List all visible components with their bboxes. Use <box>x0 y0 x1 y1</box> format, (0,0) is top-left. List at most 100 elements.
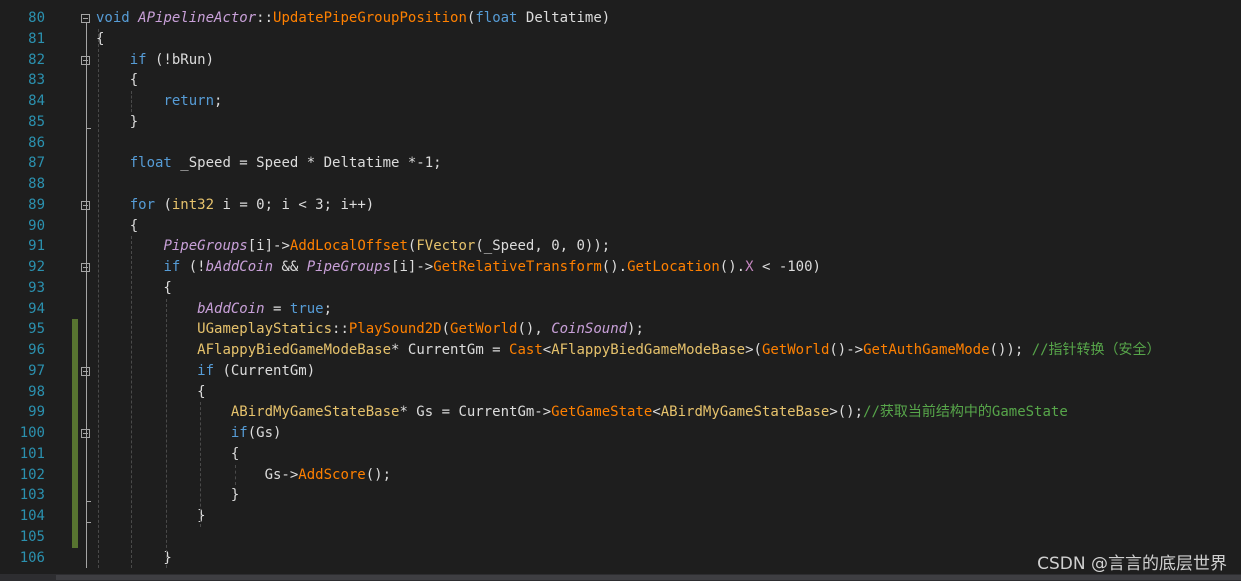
code-line[interactable]: 101 { <box>0 444 1241 465</box>
line-number: 82 <box>28 51 45 68</box>
code-token: void <box>96 10 139 26</box>
code-line[interactable]: 96 AFlappyBiedGameModeBase* CurrentGm = … <box>0 340 1241 361</box>
code-line[interactable]: 80 void APipelineActor::UpdatePipeGroupPo… <box>0 8 1241 29</box>
line-number: 101 <box>19 445 45 462</box>
code-text[interactable]: { <box>96 382 205 403</box>
code-text[interactable]: Gs->AddScore(); <box>96 465 391 486</box>
code-token: (), <box>517 321 552 338</box>
code-line[interactable]: 97 if (CurrentGm) <box>0 361 1241 382</box>
code-token: ); <box>627 321 644 338</box>
line-number: 83 <box>28 72 45 89</box>
code-text[interactable]: if (!bAddCoin && PipeGroups[i]->GetRelat… <box>96 257 821 278</box>
code-text[interactable]: } <box>96 112 138 133</box>
code-line[interactable]: 89 for (int32 i = 0; i < 3; i++) <box>0 195 1241 216</box>
code-token: //指针转换（安全） <box>1031 342 1161 358</box>
code-text[interactable]: } <box>96 548 171 569</box>
code-token: (). <box>719 259 746 275</box>
code-token: GetLocation <box>627 259 720 275</box>
code-text[interactable]: PipeGroups[i]->AddLocalOffset(FVector(_S… <box>96 236 610 257</box>
code-text[interactable]: AFlappyBiedGameModeBase* CurrentGm = Cas… <box>96 340 1161 361</box>
code-text[interactable]: { <box>96 70 138 91</box>
code-token: UpdatePipeGroupPosition <box>273 10 467 26</box>
code-token: < -100) <box>753 259 821 275</box>
code-text[interactable]: { <box>96 278 171 299</box>
code-line[interactable]: 87 float _Speed = Speed * Deltatime *-1; <box>0 153 1241 174</box>
code-line[interactable]: 105 <box>0 527 1241 548</box>
line-number: 97 <box>28 362 45 379</box>
code-token: if <box>129 51 147 68</box>
code-line[interactable]: 88 <box>0 174 1241 195</box>
line-number: 81 <box>28 30 45 47</box>
code-token: int32 <box>171 196 215 213</box>
code-line[interactable]: 83 { <box>0 70 1241 91</box>
code-line[interactable]: 81{ <box>0 29 1241 50</box>
line-number: 98 <box>28 383 45 400</box>
code-text[interactable]: if(Gs) <box>96 423 282 444</box>
code-line[interactable]: 102 Gs->AddScore(); <box>0 465 1241 486</box>
scrollbar-thumb[interactable] <box>56 575 1241 580</box>
code-line[interactable]: 104 } <box>0 506 1241 527</box>
code-text[interactable]: } <box>96 506 206 527</box>
code-token: } <box>96 508 206 524</box>
fold-end-tick <box>86 522 91 523</box>
code-token: >( <box>745 342 762 358</box>
code-token: ()-> <box>829 342 864 358</box>
code-token: AFlappyBiedGameModeBase <box>551 342 746 358</box>
code-line[interactable]: 98 { <box>0 382 1241 403</box>
code-line[interactable]: 85 } <box>0 112 1241 133</box>
fold-collapse-icon[interactable] <box>81 14 90 23</box>
code-token: (Gs) <box>247 425 282 441</box>
code-token: Deltatime) <box>525 10 611 26</box>
code-line[interactable]: 99 ABirdMyGameStateBase* Gs = CurrentGm-… <box>0 402 1241 423</box>
code-text[interactable]: UGameplayStatics::PlaySound2D(GetWorld()… <box>96 319 644 340</box>
code-line[interactable]: 94 bAddCoin = true; <box>0 299 1241 320</box>
horizontal-scrollbar[interactable] <box>0 574 1241 581</box>
code-editor[interactable]: 80 void APipelineActor::UpdatePipeGroupPo… <box>0 0 1241 574</box>
code-line[interactable]: 82 if (!bRun) <box>0 50 1241 71</box>
code-token: AFlappyBiedGameModeBase <box>197 342 392 358</box>
line-number: 94 <box>28 300 45 317</box>
code-line[interactable]: 91 PipeGroups[i]->AddLocalOffset(FVector… <box>0 236 1241 257</box>
line-number: 80 <box>28 10 45 26</box>
line-number: 91 <box>28 238 45 255</box>
code-text[interactable]: void APipelineActor::UpdatePipeGroupPosi… <box>96 8 610 29</box>
line-number: 87 <box>28 155 45 172</box>
code-line[interactable]: 95 UGameplayStatics::PlaySound2D(GetWorl… <box>0 319 1241 340</box>
indent-guide <box>200 402 201 527</box>
code-token: float <box>475 10 526 26</box>
code-line[interactable]: 84 return; <box>0 91 1241 112</box>
code-token: GetRelativeTransform <box>433 259 602 275</box>
fold-region-line <box>86 23 87 568</box>
code-text[interactable]: { <box>96 216 138 237</box>
code-text[interactable]: for (int32 i = 0; i < 3; i++) <box>96 195 374 216</box>
code-token: for <box>129 196 156 213</box>
code-text[interactable]: if (CurrentGm) <box>96 361 315 382</box>
code-line[interactable]: 86 <box>0 133 1241 154</box>
code-text[interactable]: float _Speed = Speed * Deltatime *-1; <box>96 153 442 174</box>
code-line[interactable]: 90 { <box>0 216 1241 237</box>
code-text[interactable]: ABirdMyGameStateBase* Gs = CurrentGm->Ge… <box>96 402 1068 423</box>
indent-guide <box>166 298 167 569</box>
code-token: PipeGroups <box>306 259 392 275</box>
code-line[interactable]: 93 { <box>0 278 1241 299</box>
code-token: >(); <box>829 404 864 421</box>
line-number: 100 <box>19 425 45 441</box>
code-token: (! <box>180 259 206 275</box>
code-text[interactable]: } <box>96 485 239 506</box>
code-line[interactable]: 92 if (!bAddCoin && PipeGroups[i]->GetRe… <box>0 257 1241 278</box>
code-line[interactable]: 100 if(Gs) <box>0 423 1241 444</box>
indent-guide <box>131 91 132 112</box>
code-text[interactable]: { <box>96 444 239 465</box>
line-number: 106 <box>19 549 45 566</box>
code-line[interactable]: 103 } <box>0 485 1241 506</box>
code-token: ( <box>155 196 172 213</box>
line-number: 85 <box>28 113 45 130</box>
code-text[interactable]: if (!bRun) <box>96 50 214 71</box>
code-text[interactable]: return; <box>96 91 222 112</box>
